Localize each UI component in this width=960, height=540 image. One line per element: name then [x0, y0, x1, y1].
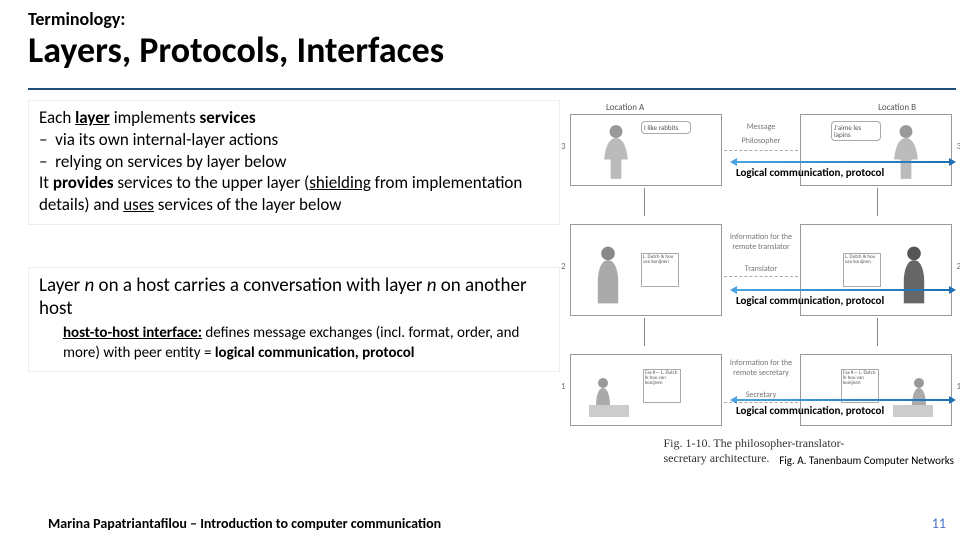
- bullet: relying on services by layer below: [55, 151, 286, 172]
- role-label: Philosopher: [742, 136, 781, 146]
- note: L. Dutch Ik hou van konijnen: [641, 253, 679, 287]
- layer-num: 1: [561, 381, 566, 392]
- person-icon: [897, 239, 931, 311]
- t: logical communication, protocol: [215, 344, 415, 362]
- t: services: [199, 107, 255, 128]
- person-icon: [599, 123, 633, 181]
- speech-bubble: I like rabbits: [641, 121, 691, 134]
- layer-num: 2: [561, 261, 566, 272]
- role-label: Translator: [745, 264, 777, 274]
- msg-label: Message: [747, 122, 776, 132]
- logical-label: Logical communication, protocol: [736, 404, 884, 417]
- panel-a1: 3 I like rabbits: [570, 114, 722, 186]
- bullet: via its own internal-layer actions: [55, 129, 278, 150]
- note: L. Dutch Ik hou van konijnen: [843, 253, 881, 287]
- layer-num: 3: [956, 141, 960, 152]
- pretitle: Terminology:: [28, 8, 932, 30]
- person-icon: [889, 123, 923, 181]
- panel-a2: 2 L. Dutch Ik hou van konijnen: [570, 224, 722, 316]
- t: Each: [39, 107, 75, 128]
- person-icon: [591, 239, 625, 311]
- t: n: [427, 274, 437, 297]
- logical-arrow: [730, 398, 956, 402]
- info-label: Information for the remote translator: [726, 232, 796, 252]
- loc-a-label: Location A: [606, 102, 644, 113]
- footer-text: Marina Papatriantafilou – Introduction t…: [48, 515, 441, 532]
- t: n: [84, 274, 94, 297]
- logical-arrow: [730, 160, 956, 164]
- t: host-to-host interface:: [63, 324, 202, 342]
- t: Layer: [39, 274, 84, 297]
- dash: [724, 276, 798, 277]
- box-protocol: Layer n on a host carries a conversation…: [28, 267, 560, 373]
- arrow-down-icon: [644, 318, 645, 346]
- t: uses: [123, 194, 154, 215]
- logical-label: Logical communication, protocol: [736, 294, 884, 307]
- t: implements: [110, 107, 200, 128]
- arrow-down-icon: [644, 188, 645, 216]
- panel-a3: 1 Fax #— L. Dutch Ik hou van konijnen: [570, 354, 722, 426]
- arrow-up-icon: [877, 318, 878, 346]
- figure-area: Location A Location B 3 I like rabbits 3…: [566, 100, 956, 430]
- logical-label: Logical communication, protocol: [736, 166, 884, 179]
- info-label: Information for the remote secretary: [726, 358, 796, 378]
- slide-title: Layers, Protocols, Interfaces: [28, 32, 932, 70]
- t: services to the upper layer (: [114, 172, 310, 193]
- arrow-up-icon: [877, 188, 878, 216]
- box-services: Each layer implements services – via its…: [28, 100, 560, 225]
- t: provides: [53, 172, 114, 193]
- layer-num: 1: [956, 381, 960, 392]
- t: layer: [75, 107, 110, 128]
- page-number: 11: [932, 515, 946, 532]
- title-rule: [28, 88, 956, 90]
- logical-arrow: [730, 288, 956, 292]
- figure-attribution: Fig. A. Tanenbaum Computer Networks: [779, 454, 954, 467]
- layer-num: 3: [561, 141, 566, 152]
- fax-note: Fax #— L. Dutch Ik hou van konijnen: [643, 369, 681, 403]
- person-desk-icon: [587, 371, 631, 421]
- person-desk-icon: [891, 371, 935, 421]
- t: shielding: [309, 172, 371, 193]
- speech-bubble: J'aime les lapins: [831, 121, 881, 141]
- t: It: [39, 172, 53, 193]
- t: on a host carries a conversation with la…: [94, 274, 426, 297]
- loc-b-label: Location B: [878, 102, 916, 113]
- t: services of the layer below: [154, 194, 341, 215]
- layer-num: 2: [956, 261, 960, 272]
- dash: [724, 150, 798, 151]
